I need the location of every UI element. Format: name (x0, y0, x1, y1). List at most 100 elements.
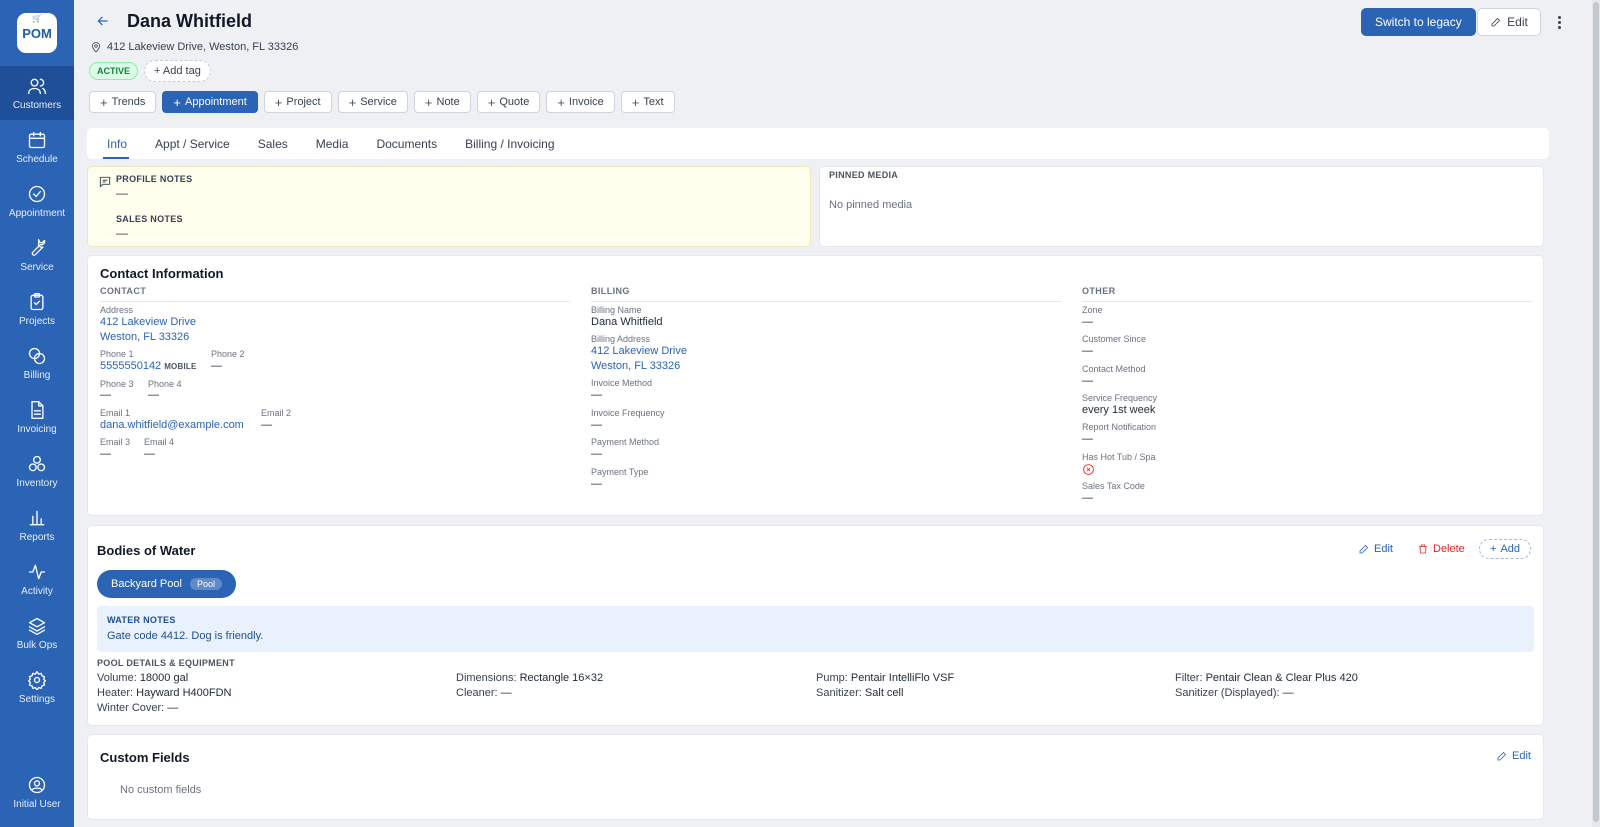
water-edit-button[interactable]: Edit (1358, 543, 1393, 555)
detail-label: Sanitizer: (816, 687, 862, 699)
email3-value: — (100, 448, 111, 460)
billing-name-label: Billing Name (591, 305, 642, 315)
plus-icon: + (100, 94, 108, 110)
scrollbar-thumb[interactable] (1593, 2, 1599, 822)
document-icon (31, 400, 44, 419)
tab-documents[interactable]: Documents (362, 128, 451, 159)
sidebar-item-label: Schedule (16, 153, 58, 165)
action-project-button[interactable]: + Project (263, 91, 332, 113)
plus-icon: + (348, 94, 357, 110)
sidebar-item-reports[interactable]: Reports (0, 498, 74, 552)
detail-label: Cleaner: (456, 687, 498, 699)
pencil-icon (1491, 17, 1501, 27)
service-frequency-label: Service Frequency (1082, 393, 1158, 403)
phone1-label: Phone 1 (100, 349, 134, 359)
billing-heading: BILLING (591, 286, 630, 296)
pool-type-badge: Pool (189, 578, 222, 590)
sidebar-item-bulk-ops[interactable]: Bulk Ops (0, 606, 74, 660)
other-divider (1082, 301, 1532, 302)
sidebar-item-label: Invoicing (17, 423, 57, 435)
sidebar-item-inventory[interactable]: Inventory (0, 444, 74, 498)
sidebar-item-service[interactable]: Service (0, 228, 74, 282)
billing-address-line1-link[interactable]: 412 Lakeview Drive (591, 345, 687, 357)
water-add-button[interactable]: + Add (1479, 539, 1532, 559)
billing-divider (591, 301, 1061, 302)
action-text-button[interactable]: + Text (620, 91, 675, 113)
sidebar-item-projects[interactable]: Projects (0, 282, 74, 336)
tab-media[interactable]: Media (302, 128, 363, 159)
page-scrollbar[interactable] (1592, 0, 1600, 827)
more-options-icon[interactable] (1552, 12, 1566, 32)
tab-appt-service[interactable]: Appt / Service (141, 128, 244, 159)
sidebar-item-activity[interactable]: Activity (0, 552, 74, 606)
custom-fields-edit-label: Edit (1512, 750, 1531, 762)
zone-value: — (1082, 316, 1093, 328)
action-trends-button[interactable]: + Trends (89, 91, 157, 113)
contact-method-label: Contact Method (1082, 364, 1146, 374)
phone1-value: 5555550142 MOBILE (100, 360, 197, 372)
contact-divider (100, 301, 570, 302)
back-arrow-icon[interactable] (96, 14, 110, 28)
sidebar-item-billing[interactable]: Billing (0, 336, 74, 390)
sidebar-item-appointment[interactable]: Appointment (0, 174, 74, 228)
header-address: 412 Lakeview Drive, Weston, FL 33326 (90, 41, 298, 53)
custom-fields-edit-button[interactable]: Edit (1496, 750, 1531, 762)
action-note-button[interactable]: + Note (413, 91, 471, 113)
app-logo[interactable]: 🛒 POM (17, 13, 57, 53)
sidebar: 🛒 POM Customers Schedule Appointment Ser… (0, 0, 74, 827)
action-label: Text (643, 96, 664, 108)
water-edit-label: Edit (1374, 543, 1393, 555)
service-frequency-value: every 1st week (1082, 404, 1156, 416)
tab-info[interactable]: Info (102, 128, 141, 159)
sidebar-item-schedule[interactable]: Schedule (0, 120, 74, 174)
custom-fields-title: Custom Fields (100, 750, 190, 765)
email1-link[interactable]: dana.whitfield@example.com (100, 419, 244, 431)
action-service-button[interactable]: + Service (337, 91, 408, 113)
tab-billing-invoicing[interactable]: Billing / Invoicing (451, 128, 568, 159)
report-notification-value: — (1082, 433, 1093, 445)
action-label: Service (360, 96, 397, 108)
tab-sales[interactable]: Sales (244, 128, 302, 159)
phone2-label: Phone 2 (211, 349, 245, 359)
sidebar-item-label: Billing (23, 369, 51, 381)
sidebar-item-customers[interactable]: Customers (0, 66, 74, 120)
email2-value: — (261, 419, 272, 431)
plus-icon: + (274, 94, 283, 110)
billing-address-line2-link[interactable]: Weston, FL 33326 (591, 360, 680, 372)
sidebar-item-invoicing[interactable]: Invoicing (0, 390, 74, 444)
switch-legacy-button[interactable]: Switch to legacy (1361, 8, 1476, 36)
sidebar-item-label: Appointment (8, 207, 66, 219)
water-delete-button[interactable]: Delete (1417, 543, 1465, 555)
add-tag-button[interactable]: + Add tag (144, 60, 211, 82)
wrench-icon (31, 238, 46, 256)
header-address-text: 412 Lakeview Drive, Weston, FL 33326 (107, 41, 299, 53)
tab-bar: Info Appt / Service Sales Media Document… (87, 128, 1549, 159)
action-quote-button[interactable]: + Quote (476, 91, 541, 113)
profile-notes-value: — (116, 186, 128, 200)
pencil-icon (1359, 544, 1369, 554)
custom-fields-card: Custom Fields Edit No custom fields (87, 734, 1544, 820)
contact-method-value: — (1082, 375, 1093, 387)
main-content: Dana Whitfield 412 Lakeview Drive, Westo… (74, 0, 1592, 827)
plus-icon: + (487, 94, 496, 110)
phone1-link[interactable]: 5555550142 (100, 360, 161, 372)
address-line1-link[interactable]: 412 Lakeview Drive (100, 316, 196, 328)
users-icon (28, 78, 46, 94)
location-pin-icon (92, 42, 100, 53)
pinned-media-label: PINNED MEDIA (829, 170, 899, 180)
sidebar-item-label: Reports (19, 531, 55, 543)
action-appointment-button[interactable]: + Appointment (162, 91, 258, 113)
email2-label: Email 2 (261, 408, 292, 418)
sales-tax-label: Sales Tax Code (1082, 481, 1145, 491)
detail-filter: Filter: Pentair Clean & Clear Plus 420 (1175, 672, 1358, 684)
pool-selector-pill[interactable]: Backyard Pool Pool (97, 570, 236, 598)
sidebar-item-settings[interactable]: Settings (0, 660, 74, 714)
pool-details-label: POOL DETAILS & EQUIPMENT (97, 658, 235, 668)
message-icon (98, 175, 112, 189)
address-line2-link[interactable]: Weston, FL 33326 (100, 331, 189, 343)
edit-customer-button[interactable]: Edit (1477, 8, 1541, 36)
phone4-label: Phone 4 (148, 379, 182, 389)
page-title: Dana Whitfield (127, 11, 252, 31)
sidebar-user[interactable]: Initial User (0, 765, 74, 819)
action-invoice-button[interactable]: + Invoice (546, 91, 615, 113)
